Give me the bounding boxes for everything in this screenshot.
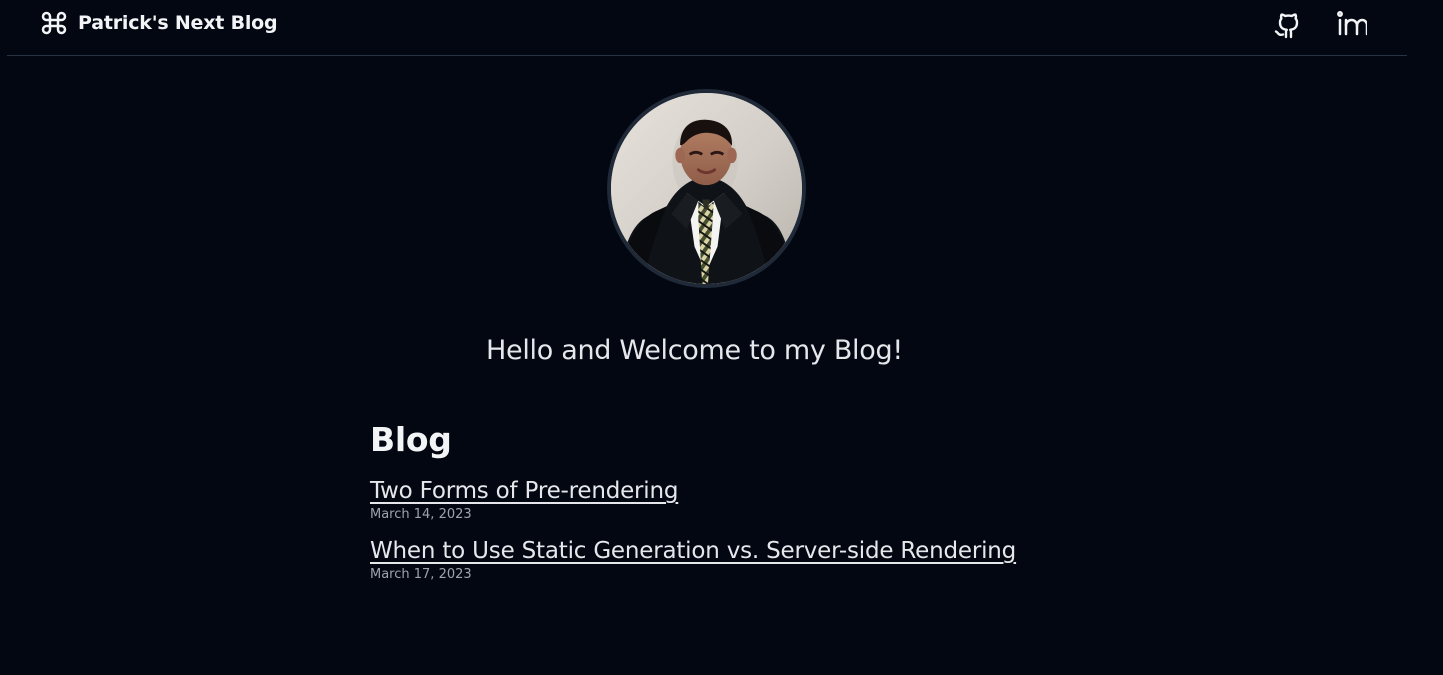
blog-post-date: March 14, 2023 <box>370 507 472 522</box>
blog-post-item: Two Forms of Pre-rendering March 14, 202… <box>370 476 1090 523</box>
blog-heading: Blog <box>370 420 452 459</box>
blog-post-list: Two Forms of Pre-rendering March 14, 202… <box>370 476 1090 583</box>
blog-section: Blog Two Forms of Pre-rendering March 14… <box>370 418 1090 583</box>
site-header: Patrick's Next Blog <box>7 0 1407 56</box>
blog-home-page: Patrick's Next Blog Hello and Welcome to… <box>0 0 1443 675</box>
linkedin-link[interactable] <box>1334 7 1367 40</box>
profile-avatar <box>607 89 806 288</box>
github-icon <box>1274 12 1298 38</box>
blog-post-link[interactable]: Two Forms of Pre-rendering <box>370 476 678 506</box>
blog-post-date: March 17, 2023 <box>370 567 472 582</box>
site-title: Patrick's Next Blog <box>78 12 278 34</box>
linkedin-icon <box>1336 10 1367 35</box>
github-link[interactable] <box>1270 7 1303 40</box>
brand-link[interactable]: Patrick's Next Blog <box>40 8 278 38</box>
profile-photo <box>611 93 802 284</box>
blog-post-link[interactable]: When to Use Static Generation vs. Server… <box>370 536 1016 566</box>
command-icon <box>40 9 68 37</box>
welcome-message: Hello and Welcome to my Blog! <box>486 335 903 366</box>
blog-post-item: When to Use Static Generation vs. Server… <box>370 536 1090 583</box>
